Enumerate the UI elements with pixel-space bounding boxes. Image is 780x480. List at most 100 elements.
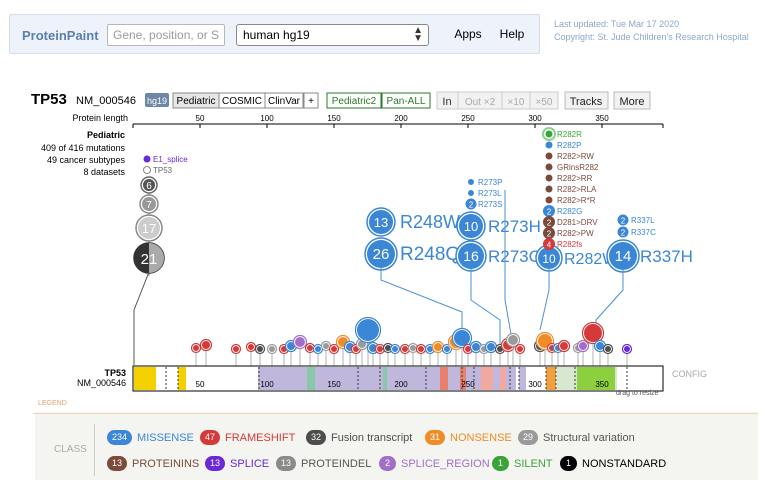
zoom-out-button[interactable]: Out ×2 — [457, 91, 503, 110]
hotspot-r248w[interactable]: 13 R248W — [366, 207, 460, 237]
mutation-r282-r-r[interactable]: R282>R*R — [545, 196, 596, 205]
mutation-r273p[interactable]: R273P — [467, 178, 503, 187]
legend-item-frameshift[interactable]: 47 FRAMESHIFT — [200, 430, 295, 445]
mutation-r337c[interactable]: 2 R337C — [616, 225, 656, 239]
summary-mutations: 409 of 416 mutations — [41, 143, 126, 153]
svg-text:2: 2 — [621, 229, 626, 238]
mutation-r273l[interactable]: R273L — [467, 189, 503, 198]
source-toggle-clinvar[interactable]: ClinVar — [264, 92, 304, 109]
protein-domain[interactable] — [440, 367, 448, 390]
drag-resize-label[interactable]: drag to resize — [616, 390, 659, 397]
svg-text:COSMIC: COSMIC — [222, 96, 262, 107]
svg-text:+: + — [308, 96, 314, 107]
splice-label[interactable]: E1_splice — [153, 155, 188, 164]
legend-label: SPLICE — [230, 457, 270, 470]
svg-text:R282fs: R282fs — [557, 240, 582, 249]
lollipop-bed — [190, 316, 633, 366]
protein-domain[interactable] — [178, 367, 186, 390]
svg-text:×10: ×10 — [508, 97, 525, 108]
config-link[interactable]: CONFIG — [672, 369, 707, 379]
svg-text:R282>RW: R282>RW — [557, 152, 594, 161]
zoom-x50-button[interactable]: ×50 — [529, 91, 559, 110]
svg-text:Pan-ALL: Pan-ALL — [387, 96, 426, 107]
mutation-r282r[interactable]: R282R — [542, 127, 582, 141]
legend-item-proteindel[interactable]: 13 PROTEINDEL — [276, 456, 371, 471]
svg-text:GRinsR282: GRinsR282 — [557, 163, 599, 172]
stack-disc-7[interactable]: 7 — [139, 194, 159, 214]
axis-tick-label: 200 — [394, 114, 408, 123]
legend-title: LEGEND — [38, 400, 67, 407]
fusion-label[interactable]: TP53 — [153, 166, 173, 175]
mutation-grinsr282[interactable]: GRinsR282 — [545, 163, 599, 172]
mutation-r282-rr[interactable]: R282>RR — [545, 174, 593, 183]
mutation-r273s[interactable]: 2 R273S — [464, 197, 502, 211]
mutation-r282-rla[interactable]: R282>RLA — [545, 185, 598, 194]
protein-domain[interactable] — [307, 367, 315, 390]
hotspot-r273c[interactable]: 16 R273C — [455, 240, 541, 272]
mutation-r282g[interactable]: 2 R282G — [543, 205, 582, 217]
dataset-pan-all[interactable]: Pan-ALL — [381, 92, 431, 109]
svg-text:17: 17 — [142, 221, 156, 236]
tracks-button[interactable]: Tracks — [564, 91, 609, 110]
stack-disc-6[interactable]: 6 — [140, 176, 158, 194]
more-button[interactable]: More — [613, 91, 651, 110]
svg-text:7: 7 — [146, 200, 152, 211]
protein-domain[interactable] — [546, 367, 556, 390]
svg-text:More: More — [619, 96, 644, 108]
legend-item-nonsense[interactable]: 31 NONSENSE — [425, 430, 512, 445]
stack-disc-17[interactable]: 17 — [135, 214, 163, 242]
dataset-pediatric2[interactable]: Pediatric2 — [326, 92, 382, 109]
hotspot-label: R337H — [640, 247, 693, 266]
legend-item-silent[interactable]: 1 SILENT — [492, 456, 553, 471]
legend-count-pill: 47 — [200, 430, 221, 445]
mutation-r337l[interactable]: 2 R337L — [616, 213, 655, 227]
legend-item-fusion-transcript[interactable]: 32 Fusion transcript — [306, 430, 412, 445]
svg-text:R282R: R282R — [557, 130, 582, 139]
mutation-r282-pw[interactable]: 2 R282>PW — [543, 227, 594, 239]
hotspot-r337h[interactable]: 14 R337H — [606, 239, 693, 273]
svg-text:6: 6 — [146, 181, 152, 192]
legend-item-structural-variation[interactable]: 29 Structural variation — [518, 430, 635, 445]
hotspot-r248q[interactable]: 26 R248Q — [364, 237, 460, 271]
svg-text:2: 2 — [547, 219, 552, 228]
protein-domain[interactable] — [481, 367, 493, 390]
protein-domain[interactable] — [134, 367, 156, 390]
legend-item-proteinins[interactable]: 13 PROTEININS — [107, 456, 199, 471]
zoom-x10-button[interactable]: ×10 — [501, 91, 531, 110]
svg-text:2: 2 — [469, 201, 474, 210]
splice-dot[interactable] — [143, 155, 151, 163]
svg-text:R282>R*R: R282>R*R — [557, 196, 596, 205]
svg-text:2: 2 — [547, 208, 552, 217]
svg-text:ClinVar: ClinVar — [268, 96, 301, 107]
hotspot-count: 13 — [374, 215, 388, 230]
legend-label: SILENT — [514, 457, 553, 470]
protein-domain[interactable] — [500, 367, 506, 390]
legend-count-pill: 13 — [276, 456, 297, 471]
protein-domain[interactable] — [383, 367, 387, 390]
hotspot-r273h[interactable]: 10 R273H — [456, 211, 541, 241]
axis-tick-label: 50 — [196, 114, 205, 123]
svg-text:21: 21 — [141, 251, 158, 268]
protein-domain[interactable] — [519, 367, 526, 390]
legend-item-missense[interactable]: 234 MISSENSE — [107, 430, 194, 445]
mutation-r282p[interactable]: R282P — [545, 141, 582, 150]
svg-text:D281>DRV: D281>DRV — [557, 218, 598, 227]
fusion-dot[interactable] — [143, 166, 151, 174]
track-position-label: 100 — [260, 380, 274, 389]
source-toggle-pediatric[interactable]: Pediatric — [172, 92, 220, 109]
legend-item-splice-region[interactable]: 2 SPLICE_REGION — [379, 456, 490, 471]
legend-item-splice[interactable]: 13 SPLICE — [205, 456, 269, 471]
add-source-button[interactable]: + — [303, 92, 319, 109]
mutation-r282fs[interactable]: 4 R282fs — [543, 238, 582, 250]
source-toggle-cosmic[interactable]: COSMIC — [218, 92, 266, 109]
track-gene-label: TP53 — [104, 368, 126, 378]
mutation-r282-rw[interactable]: R282>RW — [545, 152, 595, 161]
mutation-d281-drv[interactable]: 2 D281>DRV — [543, 216, 598, 228]
summary-title: Pediatric — [87, 130, 125, 140]
svg-text:2: 2 — [547, 230, 552, 239]
stack-disc-21[interactable]: 21 — [133, 242, 165, 274]
zoom-in-button[interactable]: In — [436, 91, 459, 110]
legend-item-nonstandard[interactable]: 1 NONSTANDARD — [560, 456, 666, 471]
legend-label: NONSTANDARD — [582, 457, 667, 470]
gene-isoform: NM_000546 — [76, 95, 136, 107]
